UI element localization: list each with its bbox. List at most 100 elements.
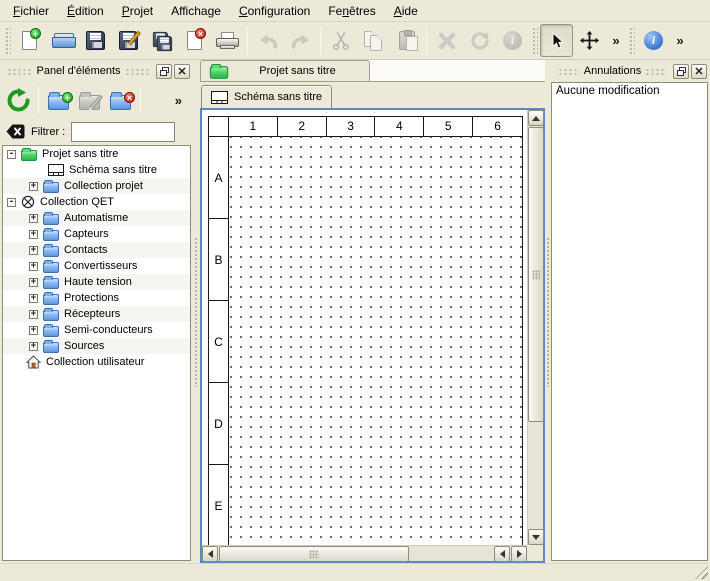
toolbar-drag-handle[interactable] xyxy=(628,26,635,56)
schema-tab-label: Schéma sans titre xyxy=(234,91,322,103)
tree-item-automatisme[interactable]: +Automatisme xyxy=(3,210,190,226)
select-mode-button[interactable] xyxy=(540,24,573,57)
float-dock-button[interactable] xyxy=(156,64,172,79)
expand-expander-icon[interactable]: + xyxy=(29,310,38,319)
new-document-button[interactable]: + xyxy=(13,24,46,57)
close-dock-button[interactable] xyxy=(174,64,190,79)
edit-category-button[interactable] xyxy=(74,85,105,116)
menu-configuration[interactable]: Configuration xyxy=(230,1,319,21)
dock-drag-handle[interactable] xyxy=(125,67,150,75)
menu-fenetres[interactable]: Fenêtres xyxy=(319,1,384,21)
close-document-button[interactable]: × xyxy=(178,24,211,57)
toolbar-overflow-button-2[interactable]: » xyxy=(670,24,690,57)
horizontal-scrollbar[interactable] xyxy=(202,545,527,561)
window-resize-grip[interactable] xyxy=(695,566,708,579)
tree-item-collection-utilisateur[interactable]: Collection utilisateur xyxy=(3,354,190,370)
new-category-button[interactable]: + xyxy=(43,85,74,116)
clear-filter-icon[interactable] xyxy=(6,124,25,139)
dock-drag-handle[interactable] xyxy=(7,67,32,75)
expand-expander-icon[interactable]: + xyxy=(29,246,38,255)
rotate-button[interactable] xyxy=(463,24,496,57)
open-document-button[interactable] xyxy=(46,24,79,57)
toolbar-separator xyxy=(38,87,39,113)
menu-fichier[interactable]: Fichier xyxy=(4,1,58,21)
tree-item-contacts[interactable]: +Contacts xyxy=(3,242,190,258)
menu-affichage[interactable]: Affichage xyxy=(162,1,230,21)
tree-item-recepteurs[interactable]: +Récepteurs xyxy=(3,306,190,322)
menu-projet[interactable]: Projet xyxy=(113,1,162,21)
reload-collections-button[interactable] xyxy=(3,85,34,116)
tree-item-convertisseurs[interactable]: +Convertisseurs xyxy=(3,258,190,274)
folder-blue-icon xyxy=(43,276,59,289)
print-button[interactable] xyxy=(211,24,244,57)
redo-button[interactable] xyxy=(284,24,317,57)
save-button[interactable] xyxy=(79,24,112,57)
toolbar-drag-handle[interactable] xyxy=(4,26,11,56)
scroll-down-button[interactable] xyxy=(528,529,544,545)
menu-edition[interactable]: Édition xyxy=(58,1,113,21)
scroll-left-button-2[interactable] xyxy=(494,546,510,562)
undo-history-item[interactable]: Aucune modification xyxy=(552,83,707,100)
dock-drag-handle[interactable] xyxy=(645,67,667,75)
schema-tab[interactable]: Schéma sans titre xyxy=(201,85,332,108)
save-all-button[interactable] xyxy=(145,24,178,57)
tree-item-haute-tension[interactable]: +Haute tension xyxy=(3,274,190,290)
tree-item-collection-projet[interactable]: +Collection projet xyxy=(3,178,190,194)
delete-button[interactable] xyxy=(430,24,463,57)
expand-expander-icon[interactable]: + xyxy=(29,230,38,239)
collapse-expander-icon[interactable]: - xyxy=(7,150,16,159)
expand-expander-icon[interactable]: + xyxy=(29,326,38,335)
about-button[interactable]: i xyxy=(637,24,670,57)
undo-panel: Annulations Aucune modification xyxy=(551,60,710,563)
horizontal-scroll-thumb[interactable] xyxy=(219,546,409,562)
expand-expander-icon[interactable]: + xyxy=(29,214,38,223)
copy-button[interactable] xyxy=(357,24,390,57)
left-splitter[interactable] xyxy=(193,60,200,563)
tree-item-collection-qet[interactable]: -Collection QET xyxy=(3,194,190,210)
scroll-up-button[interactable] xyxy=(528,110,544,126)
schema-frame: 123456 ABCDE xyxy=(208,116,523,545)
undo-button[interactable] xyxy=(251,24,284,57)
column-header-1: 1 xyxy=(229,117,278,137)
pan-mode-button[interactable] xyxy=(573,24,606,57)
paste-button[interactable] xyxy=(390,24,423,57)
tree-item-protections[interactable]: +Protections xyxy=(3,290,190,306)
info-blue-icon: i xyxy=(644,31,663,50)
scroll-left-button[interactable] xyxy=(202,546,218,562)
vertical-scrollbar[interactable] xyxy=(527,110,543,545)
toolbar-separator xyxy=(140,87,141,113)
element-info-button[interactable]: i xyxy=(496,24,529,57)
project-tab[interactable]: Projet sans titre xyxy=(200,60,370,81)
schema-canvas[interactable]: 123456 ABCDE xyxy=(202,110,527,545)
expand-expander-icon[interactable]: + xyxy=(29,182,38,191)
float-dock-button[interactable] xyxy=(673,64,689,79)
collapse-expander-icon[interactable]: - xyxy=(7,198,16,207)
tree-item-capteurs[interactable]: +Capteurs xyxy=(3,226,190,242)
cut-button[interactable] xyxy=(324,24,357,57)
tree-item-projet-sans-titre[interactable]: -Projet sans titre xyxy=(3,146,190,162)
tree-item-semi-conducteurs[interactable]: +Semi-conducteurs xyxy=(3,322,190,338)
close-document-icon: × xyxy=(187,31,202,50)
panel-overflow-button[interactable]: » xyxy=(175,94,182,107)
vertical-scroll-thumb[interactable] xyxy=(528,127,544,422)
toolbar-separator xyxy=(320,27,321,55)
new-document-icon: + xyxy=(22,31,37,50)
menu-aide[interactable]: Aide xyxy=(385,1,427,21)
dock-drag-handle[interactable] xyxy=(558,67,580,75)
expand-expander-icon[interactable]: + xyxy=(29,262,38,271)
tree-item-schema-sans-titre[interactable]: Schéma sans titre xyxy=(3,162,190,178)
expand-expander-icon[interactable]: + xyxy=(29,342,38,351)
tree-item-sources[interactable]: +Sources xyxy=(3,338,190,354)
expand-expander-icon[interactable]: + xyxy=(29,294,38,303)
new-folder-icon: + xyxy=(48,95,69,110)
close-dock-button[interactable] xyxy=(691,64,707,79)
scroll-right-button[interactable] xyxy=(511,546,527,562)
toolbar-overflow-button[interactable]: » xyxy=(606,24,626,57)
expand-expander-icon[interactable]: + xyxy=(29,278,38,287)
chevron-double-icon: » xyxy=(612,34,619,47)
project-folder-icon xyxy=(210,66,228,79)
filter-input[interactable] xyxy=(71,122,175,142)
save-as-button[interactable] xyxy=(112,24,145,57)
toolbar-drag-handle[interactable] xyxy=(531,26,538,56)
delete-category-button[interactable]: × xyxy=(105,85,136,116)
